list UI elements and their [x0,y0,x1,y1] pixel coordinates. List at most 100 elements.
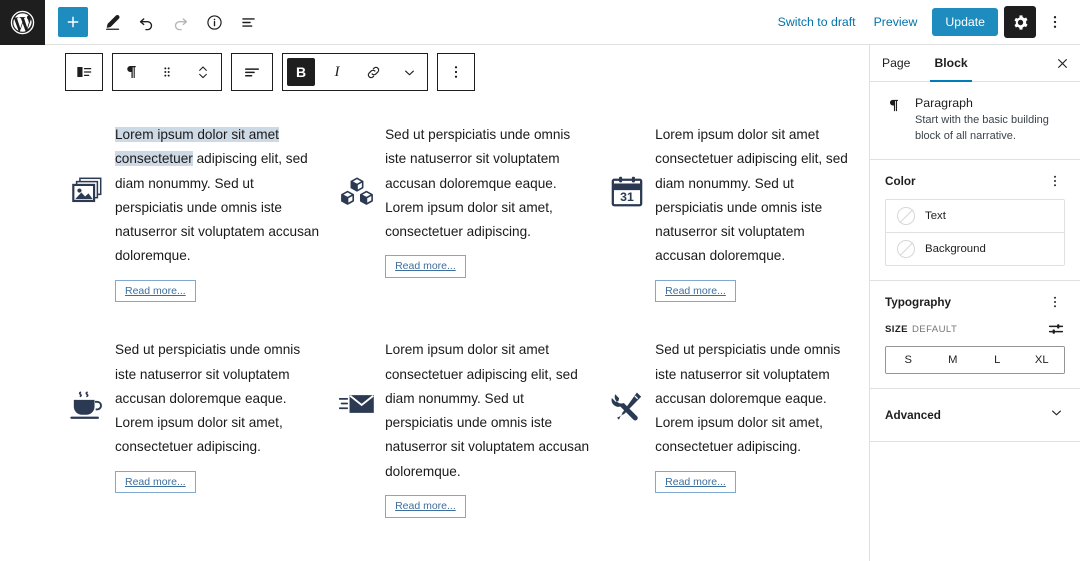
tab-block[interactable]: Block [922,45,979,82]
column-cell[interactable]: Lorem ipsum dolor sit amet consectetuer … [59,123,329,303]
column-cell-body: Lorem ipsum dolor sit amet consectetuer … [655,123,855,303]
paragraph-text[interactable]: Sed ut perspiciatis unde omnis iste natu… [655,338,849,459]
redo-button[interactable] [164,6,196,38]
read-more-label: Read more... [665,284,726,297]
font-size-settings-icon[interactable] [1047,320,1065,338]
read-more-label: Read more... [665,475,726,488]
switch-to-draft-button[interactable]: Switch to draft [769,9,865,35]
font-size-label-text: SIZE [885,323,908,335]
columns-content: Lorem ipsum dolor sit amet consectetuer … [45,45,869,561]
block-type-group [65,53,103,91]
coffee-cup-icon [59,338,115,422]
bold-button[interactable]: B [287,58,315,86]
block-move-group [112,53,222,91]
typography-options-kebab-icon[interactable] [1045,294,1065,310]
read-more-button[interactable]: Read more... [115,279,196,303]
block-options-kebab-icon[interactable] [438,54,474,90]
column-cell-body: Sed ut perspiciatis unde omnis iste natu… [385,123,599,278]
envelope-mail-icon [329,338,385,418]
list-view-button[interactable] [232,6,264,38]
color-section: Color Text Background [870,160,1080,281]
font-size-l[interactable]: L [975,347,1020,373]
column-cell-body: Sed ut perspiciatis unde omnis iste natu… [115,338,329,494]
read-more-label: Read more... [125,284,186,297]
color-section-title: Color [885,174,916,188]
read-more-button[interactable]: Read more... [115,470,196,494]
sidebar-tabs: Page Block [870,45,1080,82]
chevron-down-icon[interactable] [391,54,427,90]
no-color-swatch-icon [897,207,915,225]
read-more-button[interactable]: Read more... [655,470,736,494]
paragraph-text[interactable]: Lorem ipsum dolor sit amet consectetuer … [385,338,593,484]
paragraph-text[interactable]: Sed ut perspiciatis unde omnis iste natu… [385,123,593,244]
font-size-label: SIZE DEFAULT [885,324,957,335]
color-row-label: Text [925,210,946,222]
settings-gear-icon[interactable] [1004,6,1036,38]
gallery-images-icon [59,123,115,209]
typography-section-header: Typography [885,294,1065,310]
italic-button[interactable]: I [319,54,355,90]
editor-canvas[interactable]: B I Lorem ipsum dolor sit amet consectet… [45,45,869,561]
align-left-icon[interactable] [232,54,272,90]
block-toolbar: B I [65,53,475,91]
close-sidebar-icon[interactable] [1044,45,1080,81]
preview-button[interactable]: Preview [865,9,927,35]
font-size-s[interactable]: S [886,347,931,373]
read-more-label: Read more... [395,500,456,513]
font-size-m[interactable]: M [930,347,975,373]
read-more-button[interactable]: Read more... [655,279,736,303]
drag-dots-icon[interactable] [149,54,185,90]
paragraph-rest-text: adipiscing elit, sed diam nonummy. Sed u… [115,151,320,264]
link-button[interactable] [355,54,391,90]
edit-tool-button[interactable] [96,6,128,38]
block-card-description: Start with the basic building block of a… [915,114,1049,142]
pilcrow-icon[interactable] [113,54,149,90]
left-rail [0,45,45,561]
column-cell-body: Lorem ipsum dolor sit amet consectetuer … [385,338,599,518]
font-size-buttons: S M L XL [885,346,1065,374]
pilcrow-icon [885,96,905,144]
column-cell[interactable]: Sed ut perspiciatis unde omnis iste natu… [599,338,855,517]
top-toolbar-right-tools: Switch to draft Preview Update [769,0,1080,44]
info-circle-icon[interactable] [198,6,230,38]
move-up-down-icon[interactable] [185,54,221,90]
advanced-section-toggle[interactable]: Advanced [870,389,1080,442]
color-row-text[interactable]: Text [886,200,1064,232]
font-size-value: DEFAULT [911,323,958,335]
columns-row: Sed ut perspiciatis unde omnis iste natu… [59,338,855,518]
column-cell[interactable]: Sed ut perspiciatis unde omnis iste natu… [329,123,599,302]
column-cell-body: Lorem ipsum dolor sit amet consectetuer … [115,123,329,303]
top-toolbar-left-tools [45,0,264,44]
wrench-screwdriver-icon [599,338,655,424]
column-cell[interactable]: Lorem ipsum dolor sit amet consectetuer … [329,338,599,518]
top-toolbar: Switch to draft Preview Update [0,0,1080,45]
paragraph-text[interactable]: Lorem ipsum dolor sit amet consectetuer … [115,123,323,269]
update-button[interactable]: Update [932,8,998,36]
color-row-background[interactable]: Background [886,232,1064,265]
read-more-button[interactable]: Read more... [385,495,466,518]
paragraph-text[interactable]: Sed ut perspiciatis unde omnis iste natu… [115,338,323,459]
font-size-xl[interactable]: XL [1019,347,1064,373]
add-block-button[interactable] [58,7,88,37]
wordpress-logo-icon[interactable] [0,0,45,45]
undo-button[interactable] [130,6,162,38]
column-cell[interactable]: Sed ut perspiciatis unde omnis iste natu… [59,338,329,517]
read-more-button[interactable]: Read more... [385,255,466,278]
typography-section-title: Typography [885,295,952,309]
paragraph-text[interactable]: Lorem ipsum dolor sit amet consectetuer … [655,123,849,269]
more-options-button[interactable] [1040,6,1070,38]
editor-body: B I Lorem ipsum dolor sit amet consectet… [0,45,1080,561]
color-options-kebab-icon[interactable] [1045,173,1065,189]
read-more-label: Read more... [125,475,186,488]
columns-row: Lorem ipsum dolor sit amet consectetuer … [59,123,855,303]
settings-sidebar: Page Block Paragraph Start with the basi… [869,45,1080,561]
block-card-title: Paragraph [915,96,973,110]
column-cell-body: Sed ut perspiciatis unde omnis iste natu… [655,338,855,494]
column-cell[interactable]: 31 Lorem ipsum dolor sit amet consectetu… [599,123,855,303]
media-text-block-icon[interactable] [66,54,102,90]
wordpress-editor: Switch to draft Preview Update B I Lorem… [0,0,1080,561]
color-row-label: Background [925,243,986,255]
tab-page[interactable]: Page [870,45,922,81]
